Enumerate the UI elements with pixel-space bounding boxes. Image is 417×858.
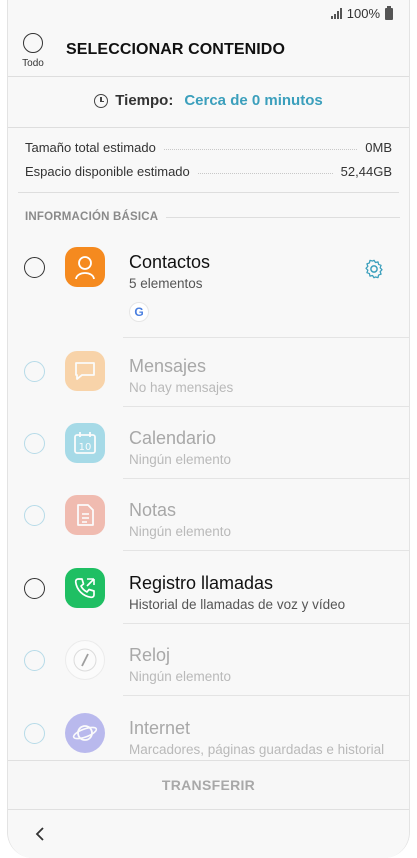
settings-gear-icon[interactable]: [363, 258, 385, 280]
time-value: Cerca de 0 minutos: [184, 92, 323, 109]
time-estimate: Tiempo: Cerca de 0 minutos: [8, 92, 409, 112]
clock-name: Reloj: [129, 645, 171, 665]
total-size-row: Tamaño total estimado 0MB: [25, 138, 392, 156]
total-size-label: Tamaño total estimado: [25, 139, 156, 155]
clock-sub: Ningún elemento: [129, 669, 232, 684]
signal-icon: [330, 8, 342, 19]
internet-radio[interactable]: [24, 723, 45, 744]
calendar-name: Calendario: [129, 428, 217, 448]
divider: [8, 76, 409, 77]
notes-name: Notas: [129, 500, 177, 520]
divider: [123, 406, 409, 407]
call-log-icon: [65, 568, 105, 608]
notes-radio[interactable]: [24, 505, 45, 526]
transfer-bar: TRANSFERIR: [8, 760, 409, 810]
divider: [123, 623, 409, 624]
battery-percentage: 100%: [346, 6, 380, 21]
svg-text:10: 10: [79, 442, 92, 453]
list-item-notes[interactable]: Notas Ningún elemento: [8, 481, 409, 551]
call-log-name: Registro llamadas: [129, 573, 274, 593]
time-label: Tiempo:: [115, 92, 174, 109]
back-arrow-icon[interactable]: [30, 824, 50, 844]
internet-name: Internet: [129, 718, 191, 738]
section-line: [166, 216, 400, 218]
call-log-radio[interactable]: [24, 578, 45, 599]
list-item-calendar[interactable]: 10 Calendario Ningún elemento: [8, 409, 409, 479]
messages-sub: No hay mensajes: [129, 380, 234, 395]
divider: [8, 127, 409, 128]
clock-app-icon: [65, 640, 105, 680]
google-account-badge: G: [129, 302, 149, 322]
clock-icon: [94, 93, 109, 108]
section-title: INFORMACIÓN BÁSICA: [25, 211, 159, 223]
notes-icon: [65, 495, 105, 535]
internet-icon: [65, 713, 105, 753]
battery-icon: [385, 5, 393, 20]
available-space-row: Espacio disponible estimado 52,44GB: [25, 162, 392, 180]
calendar-icon: 10: [65, 423, 105, 463]
contacts-name: Contactos: [129, 252, 211, 272]
transfer-button[interactable]: TRANSFERIR: [162, 777, 255, 793]
available-space-label: Espacio disponible estimado: [25, 163, 190, 179]
available-space-value: 52,44GB: [340, 163, 392, 179]
clock-radio[interactable]: [24, 650, 45, 671]
section-header: INFORMACIÓN BÁSICA: [25, 211, 400, 223]
list-item-clock[interactable]: Reloj Ningún elemento: [8, 626, 409, 696]
divider: [18, 192, 399, 193]
list-item-messages[interactable]: Mensajes No hay mensajes: [8, 337, 409, 407]
list-item-call-log[interactable]: Registro llamadas Historial de llamadas …: [8, 554, 409, 624]
divider: [123, 550, 409, 551]
app-frame: 100% Todo SELECCIONAR CONTENIDO Tiempo: …: [7, 0, 410, 858]
page-title: SELECCIONAR CONTENIDO: [66, 41, 285, 58]
navigation-bar: [8, 810, 409, 858]
messages-icon: [65, 351, 105, 391]
call-log-sub: Historial de llamadas de voz y vídeo: [129, 597, 346, 612]
contacts-radio[interactable]: [24, 257, 45, 278]
divider: [123, 695, 409, 696]
dotted-leader: [197, 172, 333, 174]
list-item-internet[interactable]: Internet Marcadores, páginas guardadas e…: [8, 699, 409, 769]
total-size-value: 0MB: [365, 139, 392, 155]
select-all-checkbox[interactable]: Todo: [18, 33, 48, 69]
dotted-leader: [163, 148, 358, 150]
internet-sub: Marcadores, páginas guardadas e historia…: [129, 742, 385, 757]
header: Todo SELECCIONAR CONTENIDO: [8, 30, 409, 72]
list-item-contacts[interactable]: Contactos 5 elementos: [8, 233, 409, 303]
divider: [123, 478, 409, 479]
select-all-radio[interactable]: [23, 33, 43, 53]
select-all-label: Todo: [22, 58, 44, 69]
notes-sub: Ningún elemento: [129, 524, 232, 539]
status-bar: 100%: [8, 0, 409, 28]
messages-name: Mensajes: [129, 356, 207, 376]
calendar-sub: Ningún elemento: [129, 452, 232, 467]
messages-radio[interactable]: [24, 361, 45, 382]
contacts-icon: [65, 247, 105, 287]
calendar-radio[interactable]: [24, 433, 45, 454]
contacts-sub: 5 elementos: [129, 276, 203, 291]
